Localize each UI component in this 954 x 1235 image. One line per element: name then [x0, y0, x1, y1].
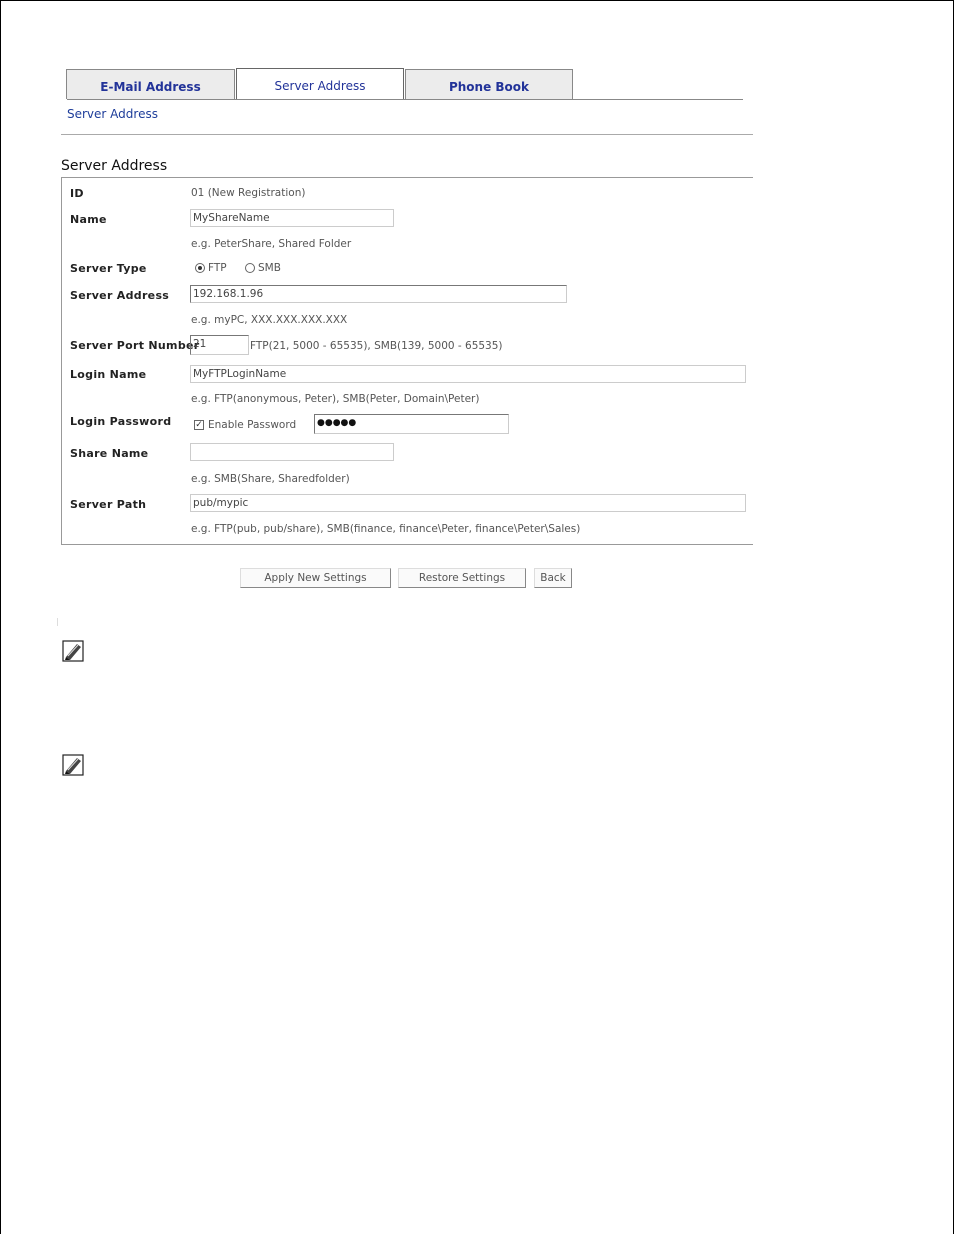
tab-baseline: [67, 99, 743, 100]
server-address-hint: e.g. myPC, XXX.XXX.XXX.XXX: [191, 314, 348, 326]
password-input[interactable]: ●●●●●: [314, 414, 509, 434]
share-name-input[interactable]: [190, 443, 394, 461]
divider: [61, 134, 753, 135]
apply-new-settings-button[interactable]: Apply New Settings: [240, 568, 391, 588]
server-port-hint: FTP(21, 5000 - 65535), SMB(139, 5000 - 6…: [250, 340, 503, 352]
tab-server-address[interactable]: Server Address: [236, 68, 404, 100]
subnav-server-address-link[interactable]: Server Address: [67, 107, 158, 121]
note-pencil-icon: [62, 640, 84, 662]
tick-mark: [57, 618, 58, 626]
share-name-label: Share Name: [70, 447, 149, 460]
radio-smb-label: SMB: [258, 262, 281, 274]
name-input[interactable]: MyShareName: [190, 209, 394, 227]
id-value: 01 (New Registration): [191, 187, 306, 199]
radio-ftp-label: FTP: [208, 262, 227, 274]
section-title: Server Address: [61, 158, 168, 174]
server-address-label: Server Address: [70, 289, 170, 302]
radio-smb[interactable]: [245, 263, 255, 273]
back-button[interactable]: Back: [534, 568, 572, 588]
note-pencil-icon: [62, 754, 84, 776]
server-path-hint: e.g. FTP(pub, pub/share), SMB(finance, f…: [191, 523, 581, 535]
server-port-label: Server Port Number: [70, 339, 200, 352]
radio-ftp[interactable]: [195, 263, 205, 273]
tab-email-address[interactable]: E-Mail Address: [66, 69, 235, 99]
settings-panel: [61, 177, 753, 545]
tab-phone-book[interactable]: Phone Book: [405, 69, 573, 99]
login-name-input[interactable]: MyFTPLoginName: [190, 365, 746, 383]
id-label: ID: [70, 187, 84, 200]
server-path-input[interactable]: pub/mypic: [190, 494, 746, 512]
share-name-hint: e.g. SMB(Share, Sharedfolder): [191, 473, 350, 485]
name-hint: e.g. PeterShare, Shared Folder: [191, 238, 352, 250]
server-type-label: Server Type: [70, 262, 147, 275]
tab-label: Phone Book: [448, 80, 530, 94]
server-address-input[interactable]: 192.168.1.96: [190, 285, 567, 303]
server-path-label: Server Path: [70, 498, 147, 511]
tab-label: Server Address: [274, 79, 366, 93]
login-password-label: Login Password: [70, 415, 172, 428]
enable-password-label: Enable Password: [208, 419, 297, 431]
enable-password-checkbox[interactable]: ✓: [194, 420, 204, 430]
restore-settings-button[interactable]: Restore Settings: [398, 568, 526, 588]
login-name-label: Login Name: [70, 368, 147, 381]
name-label: Name: [70, 213, 107, 226]
server-port-input[interactable]: 21: [190, 335, 249, 355]
tab-label: E-Mail Address: [100, 80, 201, 94]
login-name-hint: e.g. FTP(anonymous, Peter), SMB(Peter, D…: [191, 393, 480, 405]
